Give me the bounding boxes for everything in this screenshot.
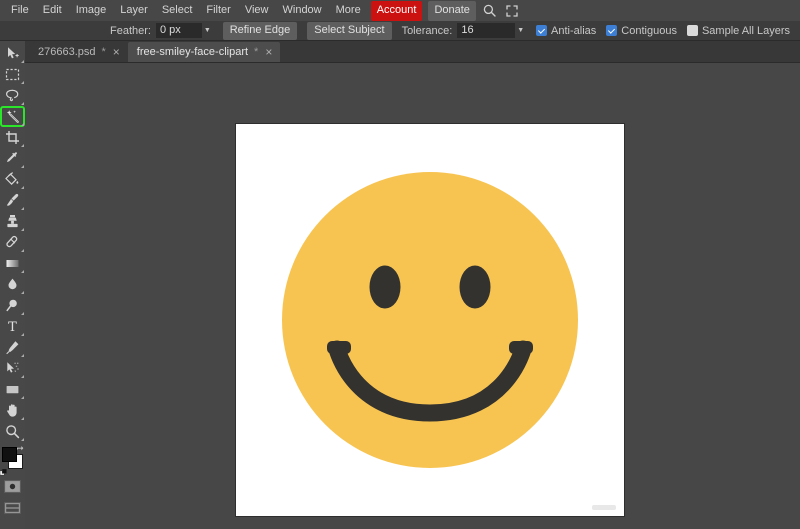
menu-bar: File Edit Image Layer Select Filter View… (0, 0, 800, 21)
path-select-tool[interactable] (0, 358, 25, 379)
menu-edit[interactable]: Edit (36, 1, 69, 21)
refine-edge-button[interactable]: Refine Edge (222, 21, 298, 40)
tools-panel: T (0, 41, 25, 529)
brush-tool[interactable] (0, 190, 25, 211)
menu-file[interactable]: File (4, 1, 36, 21)
anti-alias-checkbox[interactable]: Anti-alias (536, 25, 596, 37)
tab-label: free-smiley-face-clipart (136, 45, 249, 58)
check-icon-sample-all-layers (686, 25, 698, 36)
magic-wand-tool[interactable] (0, 106, 25, 127)
donate-button[interactable]: Donate (428, 0, 476, 21)
tab-label: 276663.psd (38, 45, 96, 58)
tab-close-icon[interactable]: × (112, 46, 121, 58)
tab-free-smiley-face-clipart[interactable]: free-smiley-face-clipart * × (127, 42, 281, 62)
tab-276663-psd[interactable]: 276663.psd * × (29, 42, 128, 62)
watermark-bar (592, 505, 616, 510)
svg-text:T: T (8, 320, 17, 334)
tab-modified-indicator: * (254, 46, 259, 58)
sample-all-layers-checkbox[interactable]: Sample All Layers (686, 24, 790, 37)
screen-mode-button[interactable] (0, 497, 25, 518)
photopea-window: File Edit Image Layer Select Filter View… (0, 0, 800, 529)
account-button[interactable]: Account (370, 0, 423, 21)
foreground-color-swatch[interactable] (2, 447, 17, 462)
tab-close-icon[interactable]: × (264, 46, 273, 58)
contiguous-checkbox[interactable]: Contiguous (606, 25, 677, 37)
anti-alias-label: Anti-alias (551, 24, 597, 37)
smiley-face-artwork (282, 172, 578, 468)
tab-modified-indicator: * (101, 46, 106, 58)
document-canvas[interactable] (236, 124, 624, 516)
rectangular-marquee-tool[interactable] (0, 64, 25, 85)
zoom-tool[interactable] (0, 421, 25, 442)
menu-layer[interactable]: Layer (113, 1, 155, 21)
eyedropper-tool[interactable] (0, 148, 25, 169)
clone-stamp-tool[interactable] (0, 211, 25, 232)
contiguous-label: Contiguous (621, 24, 677, 37)
fullscreen-icon[interactable] (501, 1, 523, 20)
tab-bar: 276663.psd * × free-smiley-face-clipart … (25, 41, 800, 63)
feather-input[interactable] (155, 23, 202, 38)
check-icon-contiguous (606, 25, 618, 36)
dodge-tool[interactable] (0, 295, 25, 316)
menu-view[interactable]: View (238, 1, 276, 21)
feather-dropdown-icon[interactable]: ▼ (202, 23, 213, 38)
menu-filter[interactable]: Filter (199, 1, 237, 21)
menu-more[interactable]: More (329, 1, 368, 21)
tolerance-dropdown-icon[interactable]: ▼ (515, 23, 526, 38)
crop-tool[interactable] (0, 127, 25, 148)
check-icon-anti-alias (536, 25, 548, 36)
select-subject-button[interactable]: Select Subject (307, 21, 392, 40)
color-swatches[interactable] (0, 446, 25, 476)
tool-options-bar: Feather: ▼ Refine Edge Select Subject To… (0, 21, 800, 41)
document-area: 276663.psd * × free-smiley-face-clipart … (25, 41, 800, 529)
reset-colors-icon[interactable] (0, 469, 7, 476)
move-tool[interactable] (0, 43, 25, 64)
search-icon[interactable] (479, 1, 501, 20)
menu-select[interactable]: Select (155, 1, 200, 21)
paint-bucket-tool[interactable] (0, 169, 25, 190)
eraser-tool[interactable] (0, 232, 25, 253)
lasso-tool[interactable] (0, 85, 25, 106)
swap-colors-icon[interactable] (17, 446, 24, 453)
menu-window[interactable]: Window (276, 1, 329, 21)
tolerance-input[interactable] (457, 23, 516, 38)
shape-tool[interactable] (0, 379, 25, 400)
pen-tool[interactable] (0, 337, 25, 358)
blur-tool[interactable] (0, 274, 25, 295)
canvas-viewport[interactable] (25, 63, 800, 529)
type-tool[interactable]: T (0, 316, 25, 337)
hand-tool[interactable] (0, 400, 25, 421)
tolerance-label: Tolerance: (401, 24, 453, 37)
menu-image[interactable]: Image (69, 1, 114, 21)
sample-all-layers-label: Sample All Layers (701, 24, 790, 37)
quick-mask-button[interactable] (0, 476, 25, 497)
workspace: T 276663.psd * × free-smiley-face-clipar… (0, 41, 800, 529)
gradient-tool[interactable] (0, 253, 25, 274)
feather-label: Feather: (110, 24, 151, 37)
